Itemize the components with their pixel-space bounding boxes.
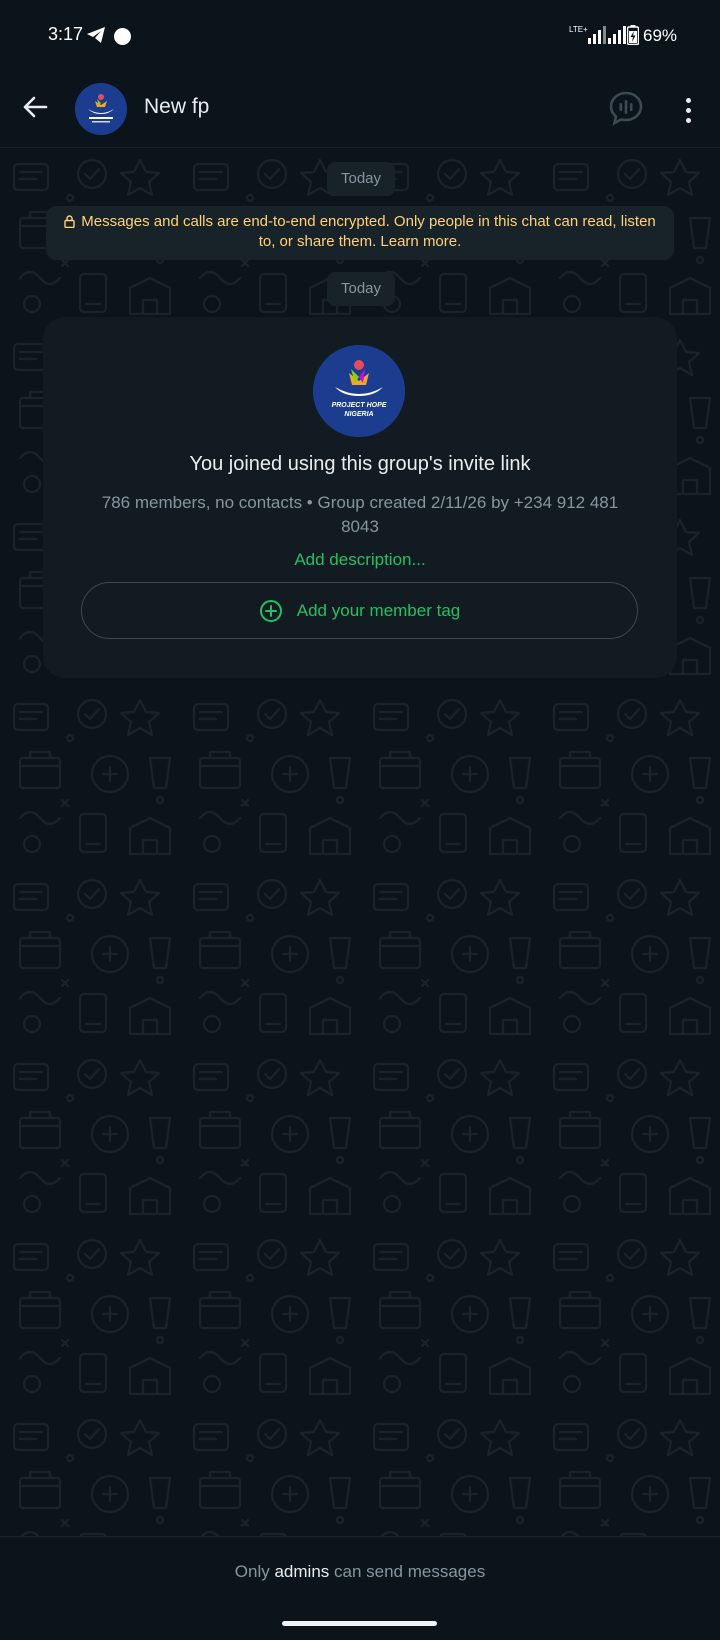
date-chip: Today: [327, 162, 396, 196]
group-card-title: You joined using this group's invite lin…: [189, 453, 531, 475]
footer-prefix: Only: [234, 1562, 270, 1581]
add-member-tag-label: Add your member tag: [296, 600, 461, 620]
date-chip: Today: [327, 272, 396, 306]
lock-icon: [64, 215, 75, 228]
project-hope-logo-icon: [75, 83, 127, 135]
logo-text-line1: PROJECT HOPE: [332, 402, 387, 409]
chat-area[interactable]: Today Messages and calls are end-to-end …: [0, 148, 720, 1536]
signal-icon-secondary: [608, 26, 626, 44]
logo-text-line2: NIGERIA: [344, 411, 373, 418]
chat-title[interactable]: New fp: [144, 95, 209, 119]
encryption-notice[interactable]: Messages and calls are end-to-end encryp…: [46, 206, 674, 260]
home-indicator[interactable]: [282, 1621, 437, 1626]
notification-dot-icon: [114, 28, 131, 45]
admins-only-notice: Only admins can send messages: [0, 1562, 720, 1582]
group-info-card: PROJECT HOPE NIGERIA You joined using th…: [43, 317, 677, 678]
signal-icon: [588, 26, 606, 44]
menu-dot: [685, 117, 691, 123]
add-description-link[interactable]: Add description...: [43, 550, 677, 570]
group-card-avatar[interactable]: PROJECT HOPE NIGERIA: [313, 345, 405, 437]
add-circle-icon: [259, 599, 282, 622]
encryption-notice-text: Messages and calls are end-to-end encryp…: [81, 213, 656, 250]
status-bar: 3:17 LTE+ 69%: [0, 0, 720, 72]
project-hope-logo-icon: PROJECT HOPE NIGERIA: [313, 345, 405, 437]
back-button[interactable]: [14, 86, 56, 128]
add-member-tag-button[interactable]: Add your member tag: [81, 582, 638, 639]
menu-dot: [685, 107, 691, 113]
battery-icon: [627, 25, 639, 45]
chat-header: New fp: [0, 72, 720, 148]
telegram-icon: [87, 27, 105, 43]
group-avatar[interactable]: [75, 83, 127, 135]
network-type-label: LTE+: [569, 25, 588, 34]
footer-suffix: can send messages: [334, 1562, 486, 1581]
status-time: 3:17: [48, 24, 84, 44]
battery-percentage: 69%: [643, 26, 678, 45]
back-arrow-icon: [23, 96, 48, 118]
admins-link[interactable]: admins: [274, 1562, 329, 1581]
menu-dot: [685, 97, 691, 103]
group-card-meta: 786 members, no contacts • Group created…: [101, 493, 619, 536]
footer: Only admins can send messages: [0, 1536, 720, 1640]
voice-chat-icon[interactable]: [608, 90, 644, 126]
overflow-menu-button[interactable]: [672, 90, 704, 130]
